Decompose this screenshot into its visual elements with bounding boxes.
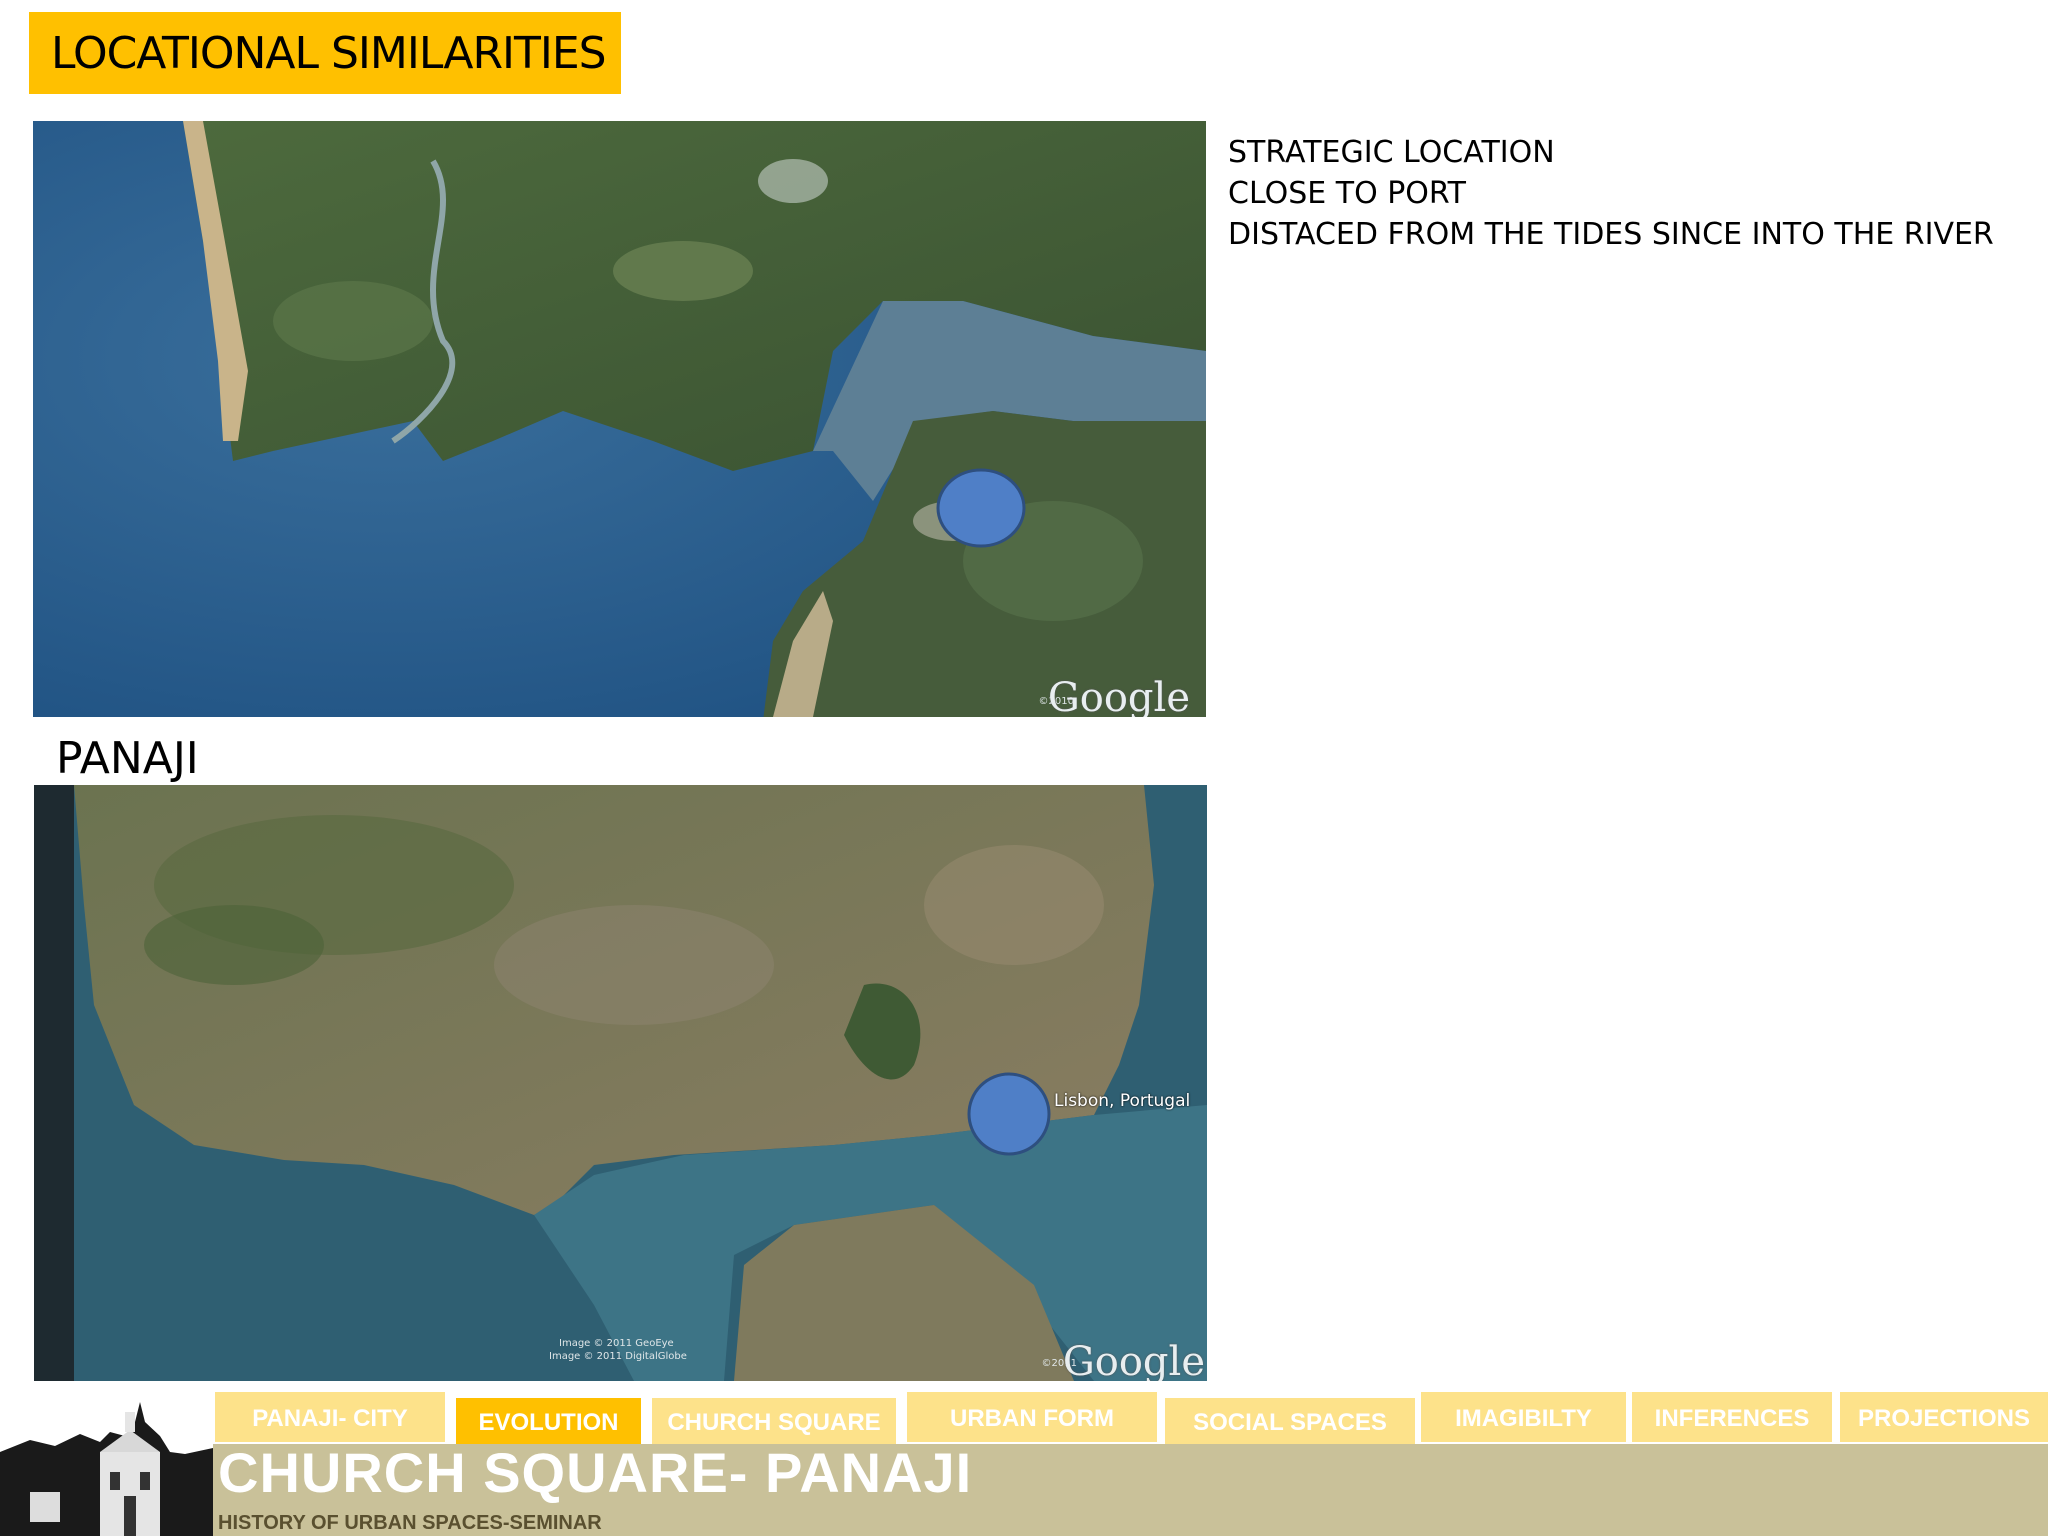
tab-inferences[interactable]: INFERENCES bbox=[1632, 1392, 1832, 1442]
tab-evolution[interactable]: EVOLUTION bbox=[456, 1398, 641, 1444]
footer-subtitle: HISTORY OF URBAN SPACES-SEMINAR bbox=[218, 1512, 602, 1534]
location-marker bbox=[967, 1072, 1051, 1156]
tab-church-square[interactable]: CHURCH SQUARE bbox=[652, 1398, 896, 1444]
note-item: CLOSE TO PORT bbox=[1228, 176, 1466, 211]
satellite-map-panaji: ©2010 Google bbox=[33, 121, 1206, 717]
map-caption: PANAJI bbox=[56, 733, 199, 784]
note-item: STRATEGIC LOCATION bbox=[1228, 135, 1555, 170]
footer: PANAJI- CITY EVOLUTION CHURCH SQUARE URB… bbox=[0, 1392, 2048, 1536]
note-item: DISTACED FROM THE TIDES SINCE INTO THE R… bbox=[1228, 217, 1994, 252]
map-panaji-image bbox=[33, 121, 1206, 717]
map-image-credit-1: Image © 2011 GeoEye bbox=[559, 1338, 674, 1349]
satellite-map-lisbon: Lisbon, Portugal Image © 2011 GeoEye Ima… bbox=[34, 785, 1207, 1381]
slide-title: LOCATIONAL SIMILARITIES bbox=[29, 12, 621, 94]
tab-social-spaces[interactable]: SOCIAL SPACES bbox=[1165, 1398, 1415, 1444]
map-place-label: Lisbon, Portugal bbox=[1054, 1091, 1191, 1111]
church-silhouette-icon bbox=[0, 1392, 213, 1536]
footer-title: CHURCH SQUARE- PANAJI bbox=[218, 1441, 973, 1504]
location-marker bbox=[936, 468, 1026, 548]
tab-projections[interactable]: PROJECTIONS bbox=[1840, 1392, 2048, 1442]
map-lisbon-image bbox=[34, 785, 1207, 1381]
tab-urban-form[interactable]: URBAN FORM bbox=[907, 1392, 1157, 1442]
tab-imagibilty[interactable]: IMAGIBILTY bbox=[1421, 1392, 1626, 1442]
church-photo bbox=[0, 1392, 213, 1536]
map-top-google-credit: Google bbox=[1047, 675, 1190, 717]
map-image-credit-2: Image © 2011 DigitalGlobe bbox=[549, 1351, 687, 1362]
tab-panaji-city[interactable]: PANAJI- CITY bbox=[215, 1392, 445, 1442]
notes-list: STRATEGIC LOCATION CLOSE TO PORT DISTACE… bbox=[1228, 132, 1994, 255]
map-bottom-google-credit: Google bbox=[1062, 1339, 1205, 1381]
